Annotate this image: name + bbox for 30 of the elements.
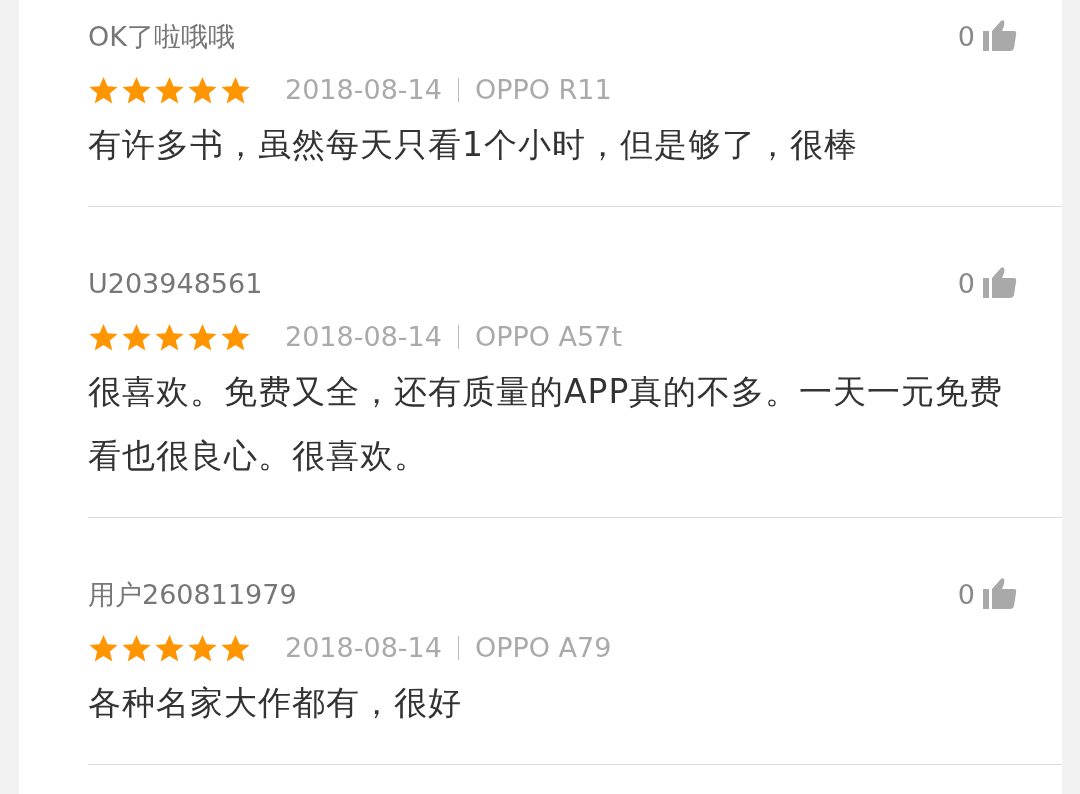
review-date: 2018-08-14 xyxy=(285,73,442,107)
star-icon xyxy=(187,74,218,106)
review-text: 有许多书，虽然每天只看1个小时，但是够了，很棒 xyxy=(88,124,859,166)
reviewer-name: OK了啦哦哦 xyxy=(88,20,235,54)
reviewer-name: 用户260811979 xyxy=(88,578,297,612)
reviewer-name: U203948561 xyxy=(88,267,263,301)
star-icon xyxy=(154,74,185,106)
like-count: 0 xyxy=(957,20,975,54)
like-count: 0 xyxy=(957,267,975,301)
star-icon xyxy=(88,321,119,353)
star-icon xyxy=(187,632,218,664)
star-icon xyxy=(220,74,251,106)
like-count: 0 xyxy=(957,578,975,612)
device-model: OPPO R11 xyxy=(474,73,612,107)
device-model: OPPO A79 xyxy=(474,631,612,665)
star-icon xyxy=(88,74,119,106)
review-date: 2018-08-14 xyxy=(285,320,442,354)
star-icon xyxy=(154,321,185,353)
review-date: 2018-08-14 xyxy=(285,631,442,665)
star-icon xyxy=(121,74,152,106)
star-icon xyxy=(220,321,251,353)
star-icon xyxy=(154,632,185,664)
star-icon xyxy=(187,321,218,353)
review-text: 很喜欢。免费又全，还有质量的APP真的不多。一天一元免费看也很良心。很喜欢。 xyxy=(88,371,1005,477)
review-text: 各种名家大作都有，很好 xyxy=(88,682,463,724)
star-icon xyxy=(88,632,119,664)
device-model: OPPO A57t xyxy=(474,320,622,354)
star-icon xyxy=(121,632,152,664)
star-icon xyxy=(121,321,152,353)
star-icon xyxy=(220,632,251,664)
